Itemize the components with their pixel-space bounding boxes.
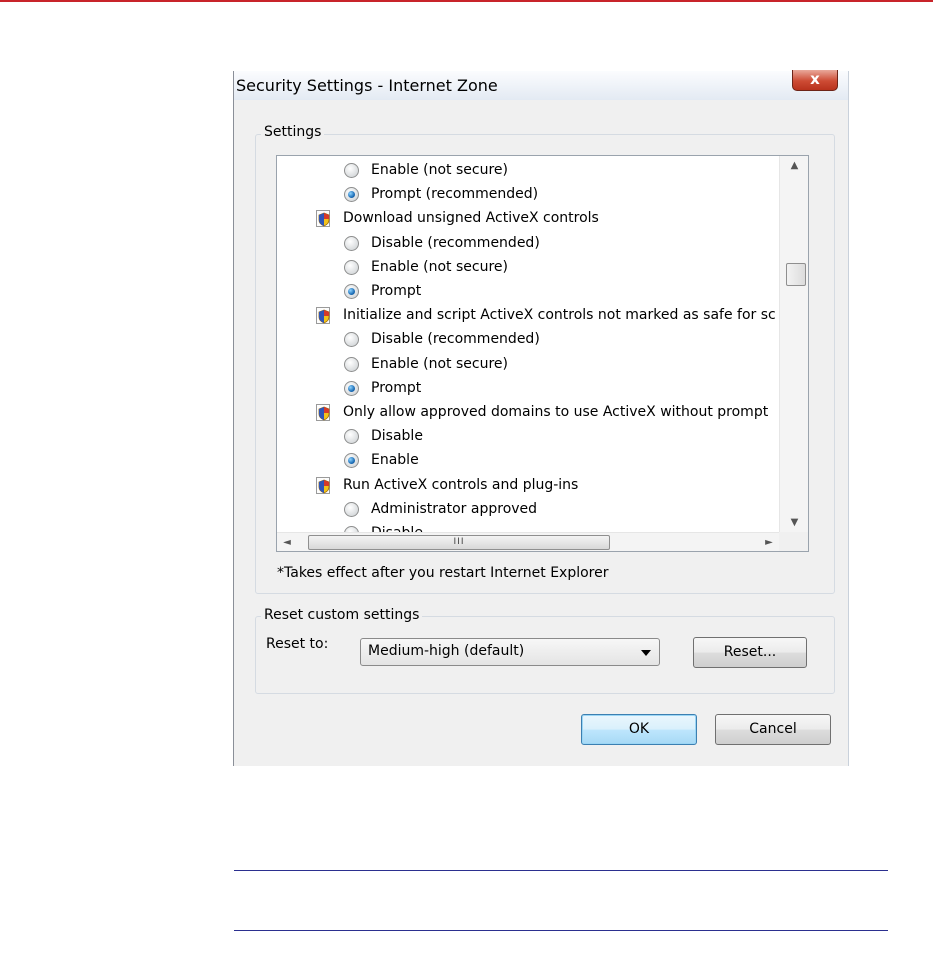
scroll-left-arrow-icon[interactable]: ◄	[277, 533, 297, 551]
security-shield-icon	[315, 403, 333, 422]
settings-list: Enable (not secure) Prompt (recommended) D…	[277, 156, 779, 533]
scroll-grip-icon: III	[453, 537, 465, 547]
reset-to-label: Reset to:	[266, 636, 329, 652]
vertical-scrollbar[interactable]: ▲ ▼	[779, 156, 808, 533]
radio-unchecked-icon[interactable]	[344, 356, 359, 372]
option-label: Enable	[371, 452, 419, 469]
scrollbar-corner	[779, 532, 808, 551]
scroll-right-arrow-icon[interactable]: ►	[759, 533, 779, 551]
option-label: Enable (not secure)	[371, 355, 508, 372]
option-label: Administrator approved	[371, 500, 538, 517]
setting-heading-label: Only allow approved domains to use Activ…	[343, 404, 769, 420]
radio-unchecked-icon[interactable]	[344, 429, 359, 445]
close-button[interactable]: x	[792, 70, 838, 91]
setting-heading-label: Download unsigned ActiveX controls	[343, 210, 599, 227]
dialog-title: Security Settings - Internet Zone	[236, 76, 498, 95]
option-label: Prompt	[371, 283, 422, 299]
radio-checked-icon[interactable]	[344, 284, 359, 299]
reset-level-dropdown[interactable]: Medium-high (default)	[360, 638, 660, 666]
radio-checked-icon[interactable]	[344, 453, 359, 469]
option-label: Enable (not secure)	[371, 162, 508, 178]
setting-heading-label: Run ActiveX controls and plug-ins	[343, 476, 579, 493]
settings-group-label: Settings	[261, 124, 325, 140]
scroll-down-arrow-icon[interactable]: ▼	[780, 513, 808, 533]
horizontal-scrollbar[interactable]: ◄ III ►	[277, 532, 779, 551]
restart-note: *Takes effect after you restart Internet…	[277, 565, 609, 581]
title-bar[interactable]: Security Settings - Internet Zone x	[234, 70, 848, 100]
page-rule-lower	[234, 930, 888, 931]
radio-checked-icon[interactable]	[344, 380, 359, 396]
radio-unchecked-icon[interactable]	[344, 235, 359, 251]
setting-heading-label: Initialize and script ActiveX controls n…	[343, 307, 776, 324]
reset-level-value: Medium-high (default)	[368, 643, 525, 659]
vertical-scroll-thumb[interactable]	[786, 263, 806, 286]
radio-unchecked-icon[interactable]	[344, 259, 359, 275]
security-settings-dialog: Security Settings - Internet Zone x Sett…	[233, 70, 849, 766]
document-header-rule	[0, 0, 933, 2]
option-label: Prompt	[371, 379, 422, 396]
ok-button[interactable]: OK	[581, 714, 697, 745]
settings-listbox[interactable]: Enable (not secure) Prompt (recommended) D…	[276, 155, 809, 552]
security-shield-icon	[315, 476, 333, 495]
radio-unchecked-icon[interactable]	[344, 163, 359, 178]
radio-unchecked-icon[interactable]	[344, 332, 359, 348]
chevron-down-icon	[641, 650, 651, 656]
security-shield-icon	[315, 209, 333, 228]
radio-unchecked-icon[interactable]	[344, 501, 359, 517]
close-icon: x	[810, 70, 820, 88]
option-label: Prompt (recommended)	[371, 186, 539, 203]
page-rule-upper	[234, 870, 888, 871]
radio-checked-icon[interactable]	[344, 187, 359, 203]
option-label: Disable (recommended)	[371, 331, 540, 348]
scroll-up-arrow-icon[interactable]: ▲	[780, 156, 808, 176]
reset-group-label: Reset custom settings	[261, 607, 423, 623]
option-label: Disable (recommended)	[371, 234, 540, 251]
cancel-button[interactable]: Cancel	[715, 714, 831, 745]
option-label: Enable (not secure)	[371, 258, 508, 275]
horizontal-scroll-thumb[interactable]: III	[308, 535, 610, 550]
option-label: Disable	[371, 428, 423, 445]
security-shield-icon	[315, 306, 333, 325]
reset-button[interactable]: Reset...	[693, 637, 807, 668]
